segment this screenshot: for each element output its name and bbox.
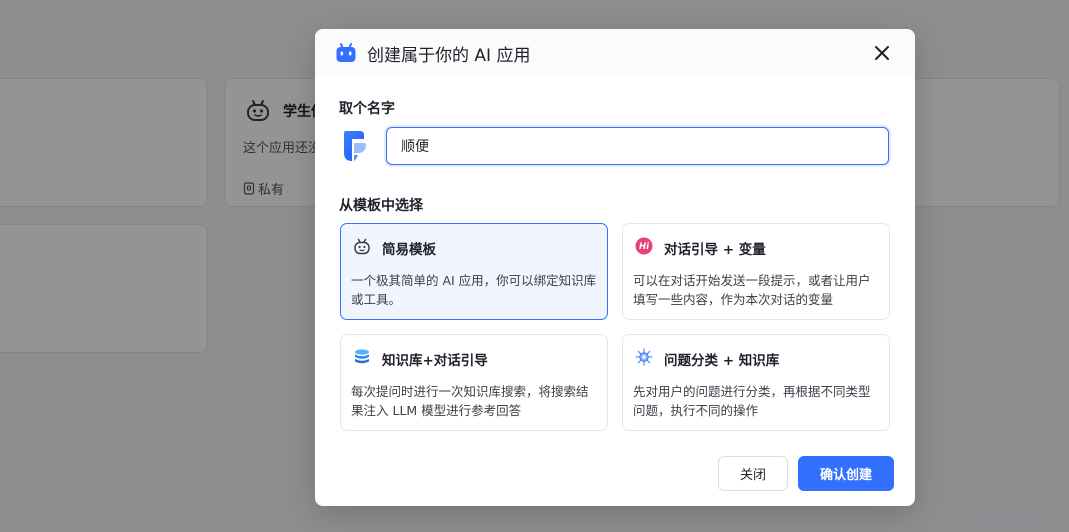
- template-description: 先对用户的问题进行分类，再根据不同类型问题，执行不同的操作: [633, 384, 871, 418]
- database-icon: [355, 349, 369, 364]
- template-title: 知识库+对话引导: [382, 353, 488, 369]
- modal-header: 创建属于你的 AI 应用: [315, 29, 915, 77]
- template-section-label: 从模板中选择: [339, 198, 423, 214]
- confirm-create-button[interactable]: 确认创建: [798, 456, 894, 491]
- robot-logo-icon: [336, 43, 356, 62]
- template-card-simple[interactable]: 简易模板 一个极其简单的 AI 应用，你可以绑定知识库或工具。: [340, 223, 608, 320]
- cancel-button[interactable]: 关闭: [718, 456, 788, 491]
- template-title: 简易模板: [382, 242, 436, 258]
- modal-title: 创建属于你的 AI 应用: [367, 45, 531, 66]
- svg-text:Hi: Hi: [639, 242, 650, 252]
- watermark: CSDN @枫斗。: [970, 509, 1057, 523]
- name-section-label: 取个名字: [339, 101, 395, 117]
- template-description: 一个极其简单的 AI 应用，你可以绑定知识库或工具。: [351, 273, 597, 307]
- template-title: 问题分类 + 知识库: [664, 353, 780, 369]
- app-name-input[interactable]: [386, 127, 889, 165]
- classify-icon: [635, 348, 653, 366]
- create-app-modal: 创建属于你的 AI 应用 取个名字 从模板中选择 简易模板 一个极其简单的: [315, 29, 915, 506]
- hi-icon: Hi: [635, 237, 653, 255]
- template-title: 对话引导 + 变量: [664, 242, 766, 258]
- template-card-guide-variable[interactable]: Hi 对话引导 + 变量 可以在对话开始发送一段提示，或者让用户填写一些内容，作…: [622, 223, 890, 320]
- robot-icon: [354, 238, 370, 255]
- template-card-classify-knowledge[interactable]: 问题分类 + 知识库 先对用户的问题进行分类，再根据不同类型问题，执行不同的操作: [622, 334, 890, 431]
- template-card-knowledge-guide[interactable]: 知识库+对话引导 每次提问时进行一次知识库搜索，将搜索结果注入 LLM 模型进行…: [340, 334, 608, 431]
- template-description: 可以在对话开始发送一段提示，或者让用户填写一些内容，作为本次对话的变量: [633, 273, 871, 307]
- app-avatar-icon[interactable]: [340, 129, 372, 163]
- close-icon: [875, 46, 889, 60]
- template-description: 每次提问时进行一次知识库搜索，将搜索结果注入 LLM 模型进行参考回答: [351, 384, 589, 418]
- close-button[interactable]: [871, 42, 893, 64]
